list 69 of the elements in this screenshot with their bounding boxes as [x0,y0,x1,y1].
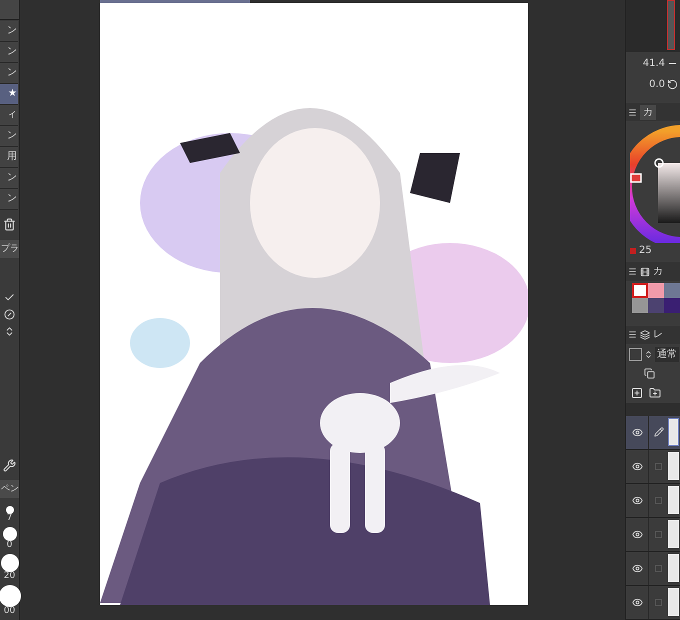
eye-icon[interactable] [632,426,642,438]
panel-tab[interactable]: プラ [0,240,19,258]
color-swatch[interactable] [648,298,664,313]
up-down-icon[interactable] [644,350,653,359]
panel-tab[interactable]: レ [653,327,663,342]
menu-icon[interactable] [628,267,637,276]
sub-tool-item[interactable]: ン [0,126,18,147]
up-down-icon[interactable] [4,326,15,337]
eye-icon[interactable] [632,562,642,574]
color-value: 25 [639,244,652,258]
color-indicator [630,248,636,254]
sub-tool-item[interactable]: ン [0,189,18,210]
brush-size-preview[interactable] [0,554,18,572]
pen-icon[interactable] [654,427,664,438]
sub-tool-item[interactable]: ン [0,42,18,63]
color-swatch[interactable] [632,298,648,313]
menu-icon[interactable] [628,330,637,340]
trash-icon[interactable] [3,218,16,230]
menu-icon[interactable] [628,108,637,117]
layer-thumbnail [668,554,679,582]
sub-tool-item[interactable]: ン [0,168,18,189]
layer-thumbnail [668,486,679,514]
brush-size-preview[interactable] [0,585,20,607]
copy-layer-icon[interactable] [644,368,655,380]
eye-icon[interactable] [632,460,642,472]
zoom-value: 41.4 [642,56,665,71]
layers-icon [640,330,650,340]
layer-row[interactable] [626,450,680,484]
rotate-icon[interactable] [667,78,678,90]
color-swatch[interactable] [664,282,680,298]
sub-tool-item[interactable]: ★ [0,84,18,105]
sub-tool-item[interactable]: ン [0,21,18,42]
new-folder-icon[interactable] [649,386,661,399]
layer-thumbnail [668,418,679,446]
layer-row[interactable] [626,518,680,552]
layer-row[interactable] [626,416,680,450]
new-layer-icon[interactable] [631,386,643,399]
layer-row[interactable] [626,484,680,518]
panel-tab[interactable]: ペン [0,480,19,498]
wrench-icon[interactable] [3,458,16,472]
layer-thumbnail [668,588,679,616]
brush-size-preview[interactable] [6,506,14,514]
blend-mode-field[interactable]: 通常 [655,346,679,362]
sub-tool-item[interactable]: ン [0,63,18,84]
panel-tab[interactable]: カ [640,104,656,120]
film-icon [640,266,650,277]
eye-icon[interactable] [632,494,642,506]
layer-thumbnail [668,520,679,548]
color-swatch[interactable] [648,282,664,298]
brush-size-label: 00 [4,607,16,616]
color-swatch[interactable] [664,298,680,313]
brush-size-label: 0 [6,541,12,550]
sub-tool-item[interactable]: ィ [0,105,18,126]
panel-tab[interactable]: カ [653,264,663,280]
check-icon[interactable] [4,292,15,303]
layer-row[interactable] [626,552,680,586]
sub-tool-item[interactable]: 用 [0,147,18,168]
brush-size-label: 7 [6,514,12,523]
brush-size-preview[interactable] [2,527,16,541]
color-wheel[interactable] [630,123,680,244]
brush-size-label: 20 [4,572,16,581]
rotation-value: 0.0 [649,78,665,92]
layer-thumbnail [668,452,679,480]
layer-color-button[interactable] [629,348,642,361]
color-swatch[interactable] [632,282,648,298]
layer-row[interactable] [626,586,680,620]
eye-icon[interactable] [632,528,642,540]
slash-circle-icon[interactable] [4,309,15,320]
eye-icon[interactable] [632,596,642,608]
